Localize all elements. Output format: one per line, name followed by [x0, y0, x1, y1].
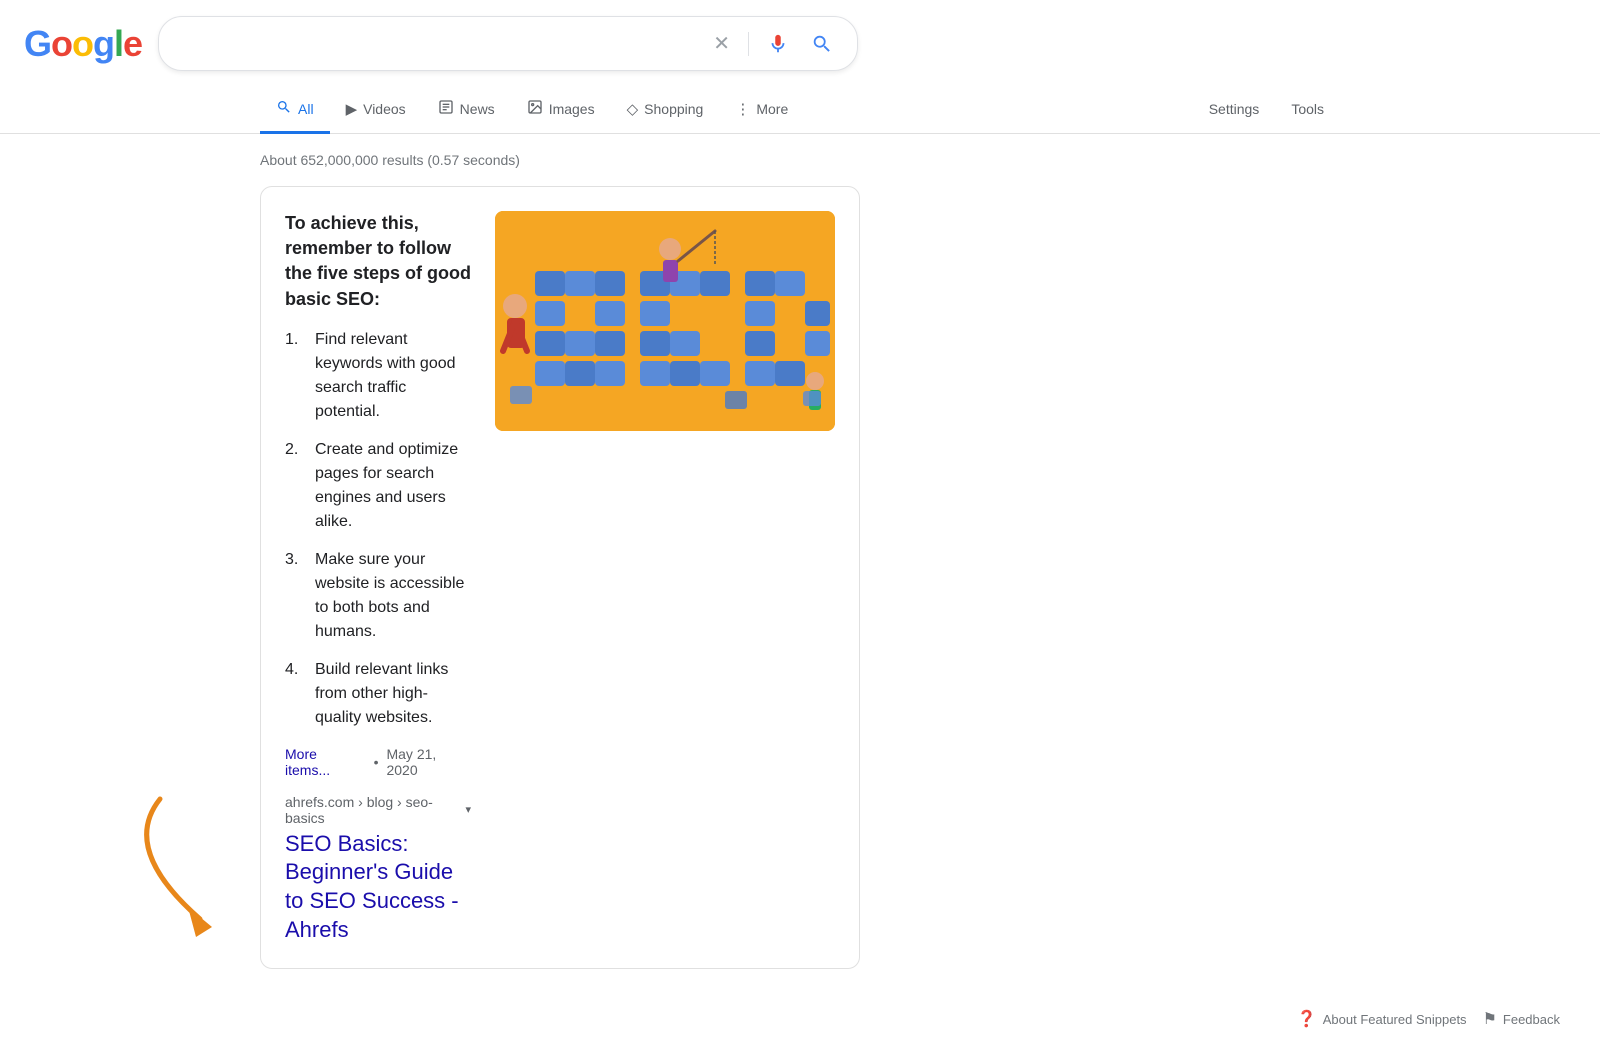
tab-news[interactable]: News: [422, 87, 511, 134]
list-text-1: Find relevant keywords with good search …: [315, 328, 471, 424]
breadcrumb: ahrefs.com › blog › seo-basics: [285, 794, 459, 826]
more-dots-icon: ⋮: [735, 100, 750, 118]
tab-more[interactable]: ⋮ More: [719, 88, 804, 133]
snippet-content: To achieve this, remember to follow the …: [285, 211, 471, 944]
tab-all-label: All: [298, 101, 314, 117]
results-count: About 652,000,000 results (0.57 seconds): [260, 142, 860, 186]
list-item: 1. Find relevant keywords with good sear…: [285, 328, 471, 424]
news-icon: [438, 99, 454, 119]
tab-videos-label: Videos: [363, 101, 406, 117]
header: Google how to do seo ✕: [0, 0, 1600, 87]
logo-o1: o: [51, 23, 72, 65]
clear-search-button[interactable]: ✕: [709, 27, 734, 60]
video-icon: ▶: [346, 100, 358, 118]
feedback-link[interactable]: ⚑ Feedback: [1483, 1009, 1560, 1029]
tab-images-label: Images: [549, 101, 595, 117]
logo-l: l: [114, 23, 123, 65]
search-icon: [811, 33, 833, 55]
snippet-date: May 21, 2020: [386, 746, 471, 778]
chevron-down-icon: ▾: [465, 803, 471, 816]
about-featured-snippets-link[interactable]: ❓ About Featured Snippets: [1297, 1009, 1467, 1029]
logo-e: e: [123, 23, 142, 65]
list-text-4: Build relevant links from other high-qua…: [315, 658, 471, 730]
search-icons: ✕: [709, 27, 837, 60]
tab-shopping[interactable]: ◇ Shopping: [611, 88, 720, 133]
tab-videos[interactable]: ▶ Videos: [330, 88, 422, 133]
featured-snippet-card: To achieve this, remember to follow the …: [260, 186, 860, 969]
list-num-3: 3.: [285, 548, 307, 644]
tab-settings[interactable]: Settings: [1193, 89, 1276, 132]
microphone-icon: [767, 33, 789, 55]
page-footer: ❓ About Featured Snippets ⚑ Feedback: [0, 993, 1600, 1045]
snippet-title: To achieve this, remember to follow the …: [285, 211, 471, 312]
source-url: ahrefs.com › blog › seo-basics ▾: [285, 794, 471, 826]
search-icon: [276, 99, 292, 119]
tab-images[interactable]: Images: [511, 87, 611, 134]
list-num-1: 1.: [285, 328, 307, 424]
tab-all[interactable]: All: [260, 87, 330, 134]
tab-shopping-label: Shopping: [644, 101, 703, 117]
featured-snippet-wrapper: To achieve this, remember to follow the …: [260, 186, 860, 969]
list-item: 2. Create and optimize pages for search …: [285, 438, 471, 534]
close-icon: ✕: [713, 31, 730, 56]
list-num-2: 2.: [285, 438, 307, 534]
google-logo: Google: [24, 23, 142, 65]
search-bar: how to do seo ✕: [158, 16, 858, 71]
search-input[interactable]: how to do seo: [179, 33, 697, 54]
tab-tools[interactable]: Tools: [1275, 89, 1340, 132]
list-text-2: Create and optimize pages for search eng…: [315, 438, 471, 534]
list-item: 4. Build relevant links from other high-…: [285, 658, 471, 730]
result-title-link[interactable]: SEO Basics: Beginner's Guide to SEO Succ…: [285, 830, 471, 944]
list-item: 3. Make sure your website is accessible …: [285, 548, 471, 644]
shopping-icon: ◇: [627, 100, 639, 118]
more-items-link[interactable]: More items...: [285, 746, 366, 778]
results-area: About 652,000,000 results (0.57 seconds)…: [0, 134, 860, 993]
snippet-footer: More items... • May 21, 2020: [285, 746, 471, 778]
tab-settings-label: Settings: [1209, 101, 1260, 117]
search-nav: All ▶ Videos News Images ◇ Shopping: [0, 87, 1600, 134]
images-icon: [527, 99, 543, 119]
voice-search-button[interactable]: [763, 29, 793, 59]
logo-g2: g: [93, 23, 114, 65]
snippet-list: 1. Find relevant keywords with good sear…: [285, 328, 471, 730]
tab-more-label: More: [756, 101, 788, 117]
logo-g: G: [24, 23, 51, 65]
tab-news-label: News: [460, 101, 495, 117]
feedback-label: Feedback: [1503, 1012, 1560, 1027]
logo-o2: o: [72, 23, 93, 65]
tab-tools-label: Tools: [1291, 101, 1324, 117]
arrow-annotation: [100, 789, 280, 949]
footer-separator: •: [374, 754, 379, 770]
question-circle-icon: ❓: [1297, 1009, 1317, 1029]
feedback-icon: ⚑: [1483, 1009, 1497, 1029]
about-snippets-label: About Featured Snippets: [1323, 1012, 1467, 1027]
list-text-3: Make sure your website is accessible to …: [315, 548, 471, 644]
search-submit-button[interactable]: [807, 29, 837, 59]
nav-right: Settings Tools: [1193, 89, 1340, 131]
seo-illustration-container: [495, 211, 835, 431]
result-source: ahrefs.com › blog › seo-basics ▾ SEO Bas…: [285, 794, 471, 944]
seo-illustration: [495, 211, 835, 431]
divider: [748, 32, 749, 56]
list-num-4: 4.: [285, 658, 307, 730]
